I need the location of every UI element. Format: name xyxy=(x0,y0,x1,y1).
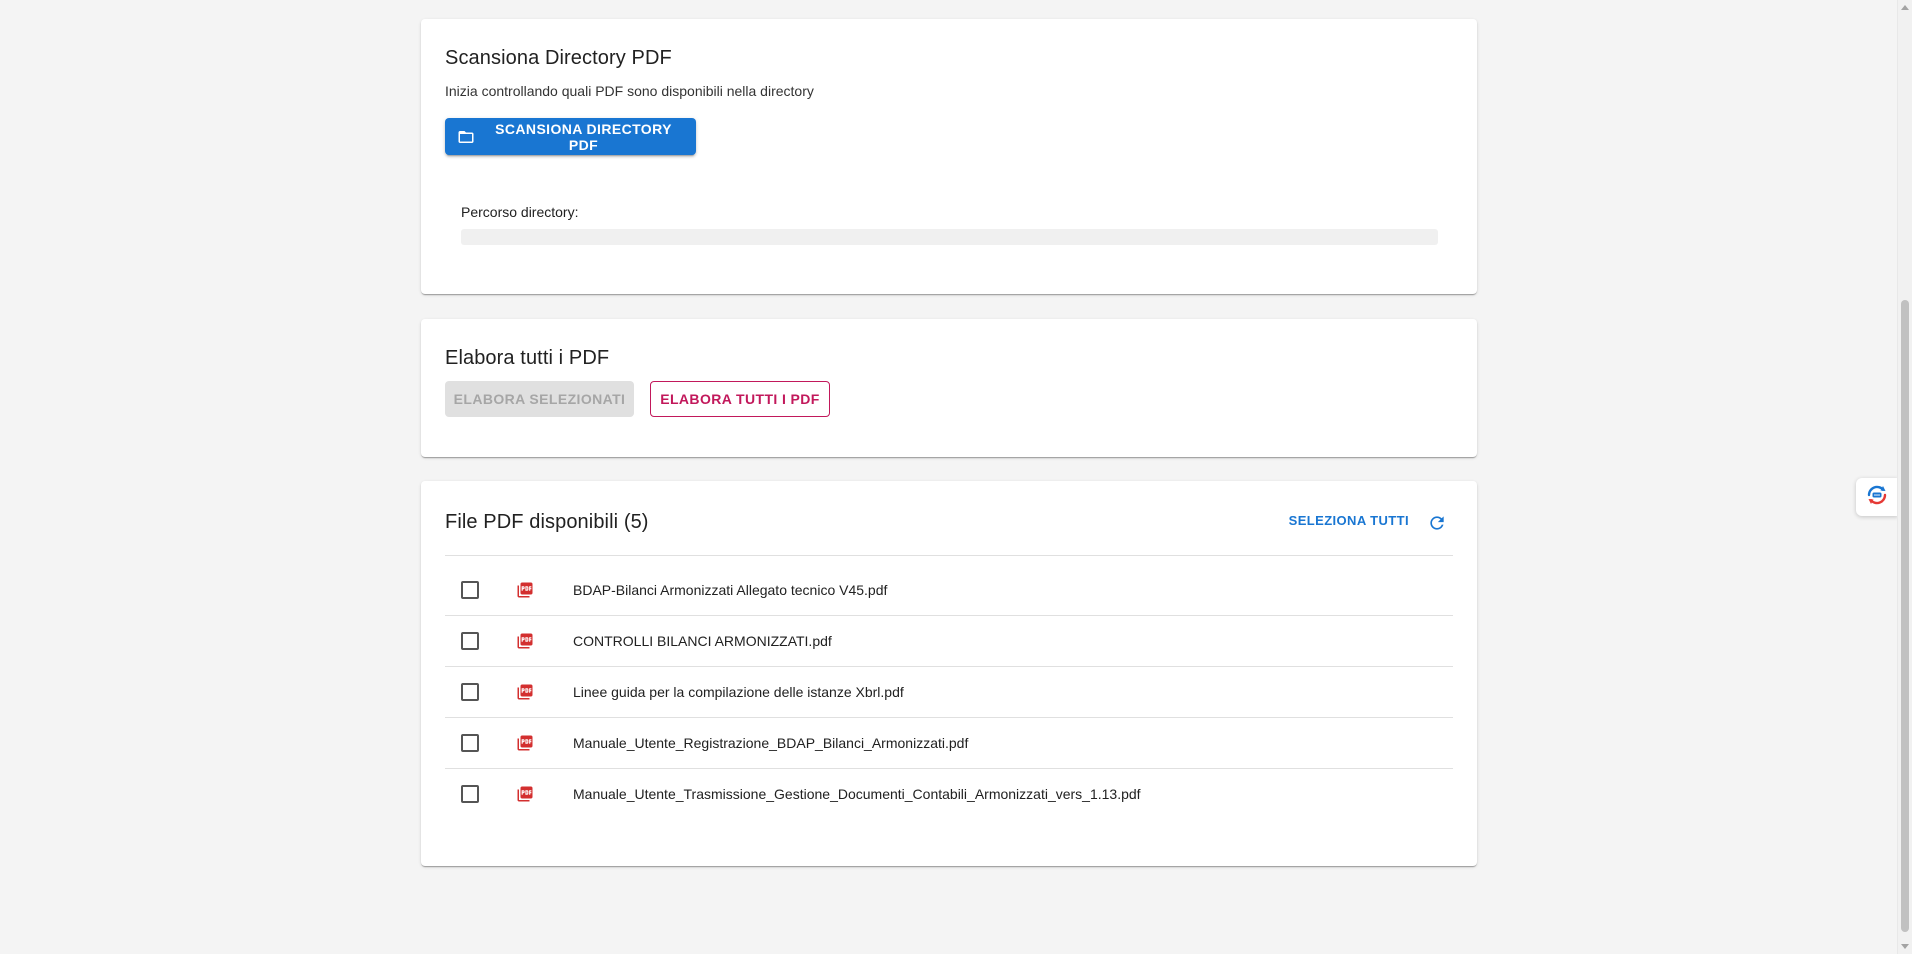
scroll-up-arrow-icon[interactable] xyxy=(1901,5,1909,10)
file-list: BDAP-Bilanci Armonizzati Allegato tecnic… xyxy=(445,565,1453,819)
chat-widget-button[interactable] xyxy=(1856,478,1898,516)
file-name: BDAP-Bilanci Armonizzati Allegato tecnic… xyxy=(573,582,888,598)
folder-icon xyxy=(457,128,475,146)
pdf-file-icon xyxy=(516,785,534,803)
scan-directory-card: Scansiona Directory PDF Inizia controlla… xyxy=(421,19,1477,294)
process-all-button[interactable]: ELABORA TUTTI I PDF xyxy=(650,381,830,417)
scroll-down-arrow-icon[interactable] xyxy=(1901,944,1909,949)
file-checkbox[interactable] xyxy=(461,683,479,701)
directory-path-label: Percorso directory: xyxy=(461,204,579,220)
file-name: Manuale_Utente_Trasmissione_Gestione_Doc… xyxy=(573,786,1141,802)
file-checkbox[interactable] xyxy=(461,785,479,803)
scan-directory-button-label: SCANSIONA DIRECTORY PDF xyxy=(495,120,672,153)
pdf-file-icon xyxy=(516,683,534,701)
file-row[interactable]: Linee guida per la compilazione delle is… xyxy=(445,667,1453,718)
pdf-file-icon xyxy=(516,734,534,752)
scan-directory-button[interactable]: SCANSIONA DIRECTORY PDF xyxy=(445,118,696,155)
file-row[interactable]: CONTROLLI BILANCI ARMONIZZATI.pdf xyxy=(445,616,1453,667)
process-pdf-card: Elabora tutti i PDF ELABORA SELEZIONATI … xyxy=(421,319,1477,457)
file-row[interactable]: Manuale_Utente_Trasmissione_Gestione_Doc… xyxy=(445,769,1453,819)
page-scrollbar[interactable] xyxy=(1897,0,1912,954)
file-name: CONTROLLI BILANCI ARMONIZZATI.pdf xyxy=(573,633,832,649)
file-row[interactable]: Manuale_Utente_Registrazione_BDAP_Bilanc… xyxy=(445,718,1453,769)
scan-card-title: Scansiona Directory PDF xyxy=(445,47,672,69)
select-all-button[interactable]: SELEZIONA TUTTI xyxy=(1289,513,1409,528)
scan-card-subtitle: Inizia controllando quali PDF sono dispo… xyxy=(445,83,814,99)
chat-sync-icon xyxy=(1864,482,1890,513)
process-card-title: Elabora tutti i PDF xyxy=(445,347,610,369)
files-divider xyxy=(445,555,1453,556)
file-name: Linee guida per la compilazione delle is… xyxy=(573,684,904,700)
file-checkbox[interactable] xyxy=(461,734,479,752)
file-name: Manuale_Utente_Registrazione_BDAP_Bilanc… xyxy=(573,735,969,751)
process-selected-button[interactable]: ELABORA SELEZIONATI xyxy=(445,381,634,417)
directory-path-value xyxy=(461,229,1438,245)
file-checkbox[interactable] xyxy=(461,581,479,599)
available-files-card: File PDF disponibili (5) SELEZIONA TUTTI… xyxy=(421,481,1477,866)
scrollbar-thumb[interactable] xyxy=(1901,300,1909,932)
pdf-file-icon xyxy=(516,581,534,599)
file-row[interactable]: BDAP-Bilanci Armonizzati Allegato tecnic… xyxy=(445,565,1453,616)
page: Scansiona Directory PDF Inizia controlla… xyxy=(0,0,1912,954)
pdf-file-icon xyxy=(516,632,534,650)
files-card-title: File PDF disponibili (5) xyxy=(445,511,649,533)
file-checkbox[interactable] xyxy=(461,632,479,650)
refresh-icon[interactable] xyxy=(1425,511,1449,535)
